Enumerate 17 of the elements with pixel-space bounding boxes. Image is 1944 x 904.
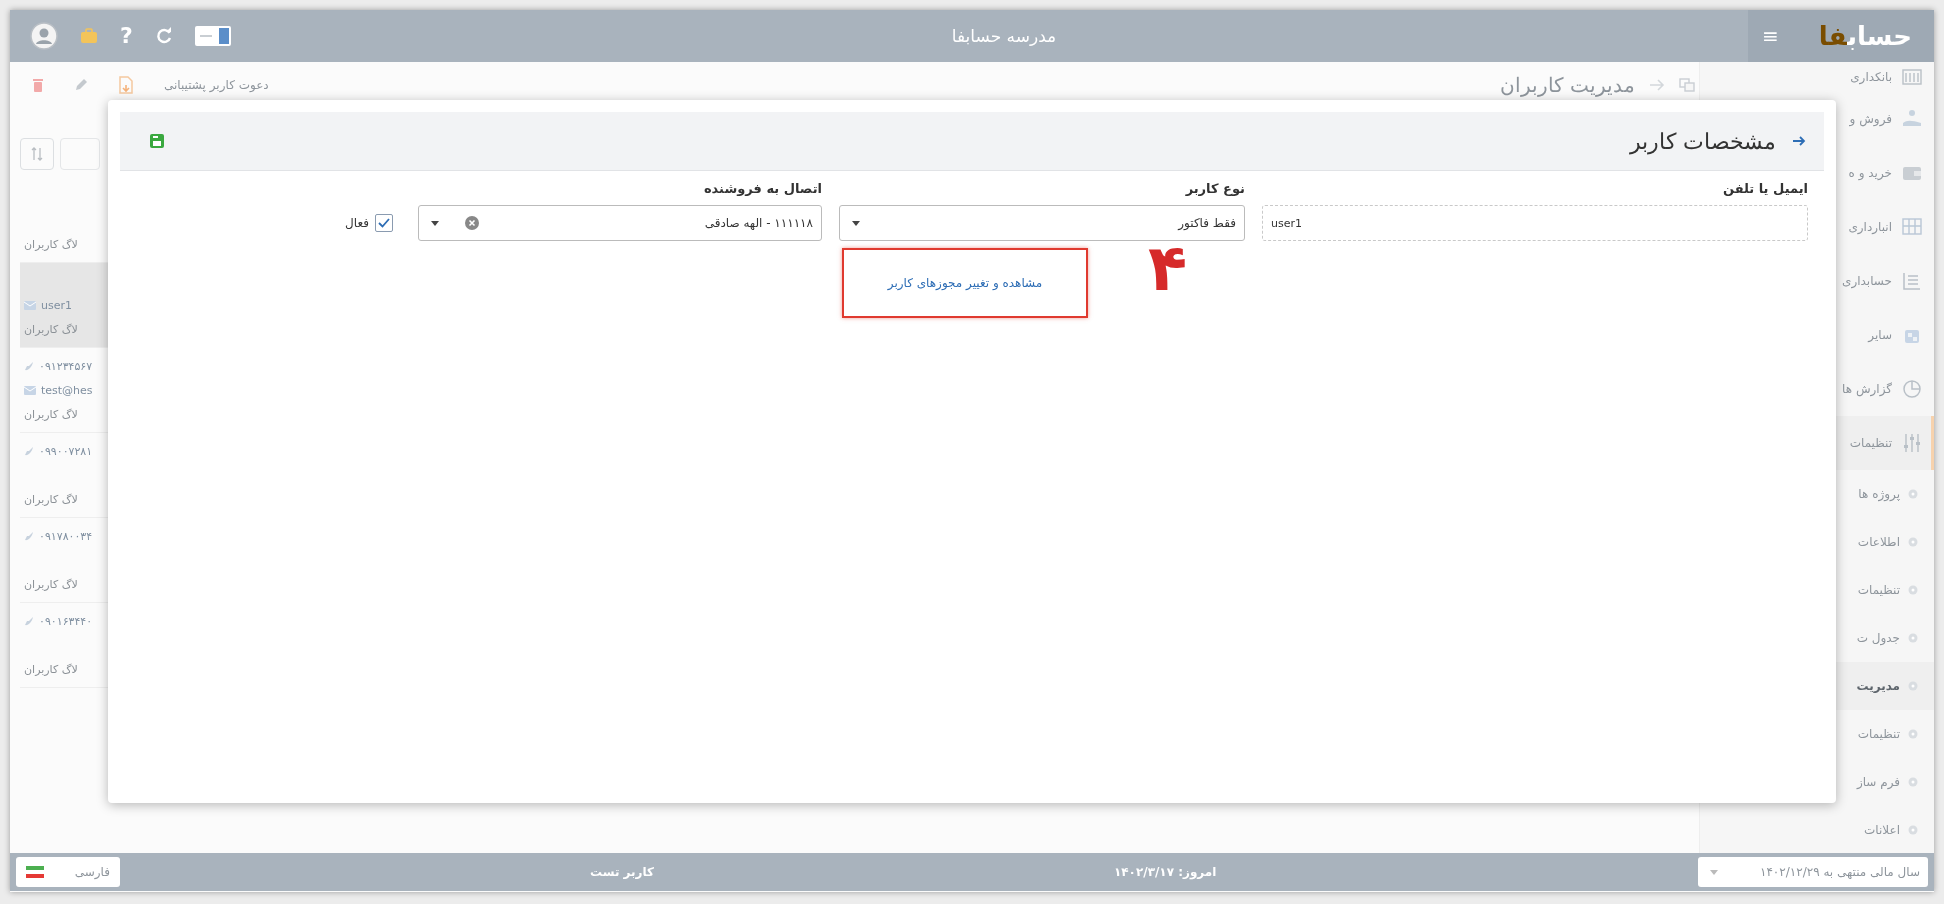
phone-number: ۰۹۰۱۶۳۴۴۰ [39, 614, 93, 628]
field-label: نوع کاربر [1184, 181, 1245, 198]
page-title: مدیریت کاربران [1499, 73, 1635, 97]
dialog-title: مشخصات کاربر [1630, 128, 1776, 154]
phone-number: ۰۹۱۲۳۴۵۶۷ [39, 359, 93, 373]
checkbox-label: فعال [345, 216, 369, 230]
today-date: امروز: ۱۴۰۲/۳/۱۷ [1113, 865, 1217, 879]
logo: حسابفا [1818, 21, 1912, 51]
field-label: ایمیل یا تلفن [1721, 181, 1808, 198]
email-text: test@hes [41, 383, 93, 397]
language-label: فارسی [74, 865, 110, 879]
user-name: کاربر تست [590, 865, 654, 879]
window-title: مدرسه حسابفا [951, 26, 1057, 46]
email-text: user1 [41, 298, 72, 312]
phone-number: ۰۹۱۷۸۰۰۳۴ [39, 529, 93, 543]
field-label: اتصال به فروشنده [702, 181, 822, 198]
phone-number: ۰۹۹۰۰۷۲۸۱ [39, 444, 93, 458]
